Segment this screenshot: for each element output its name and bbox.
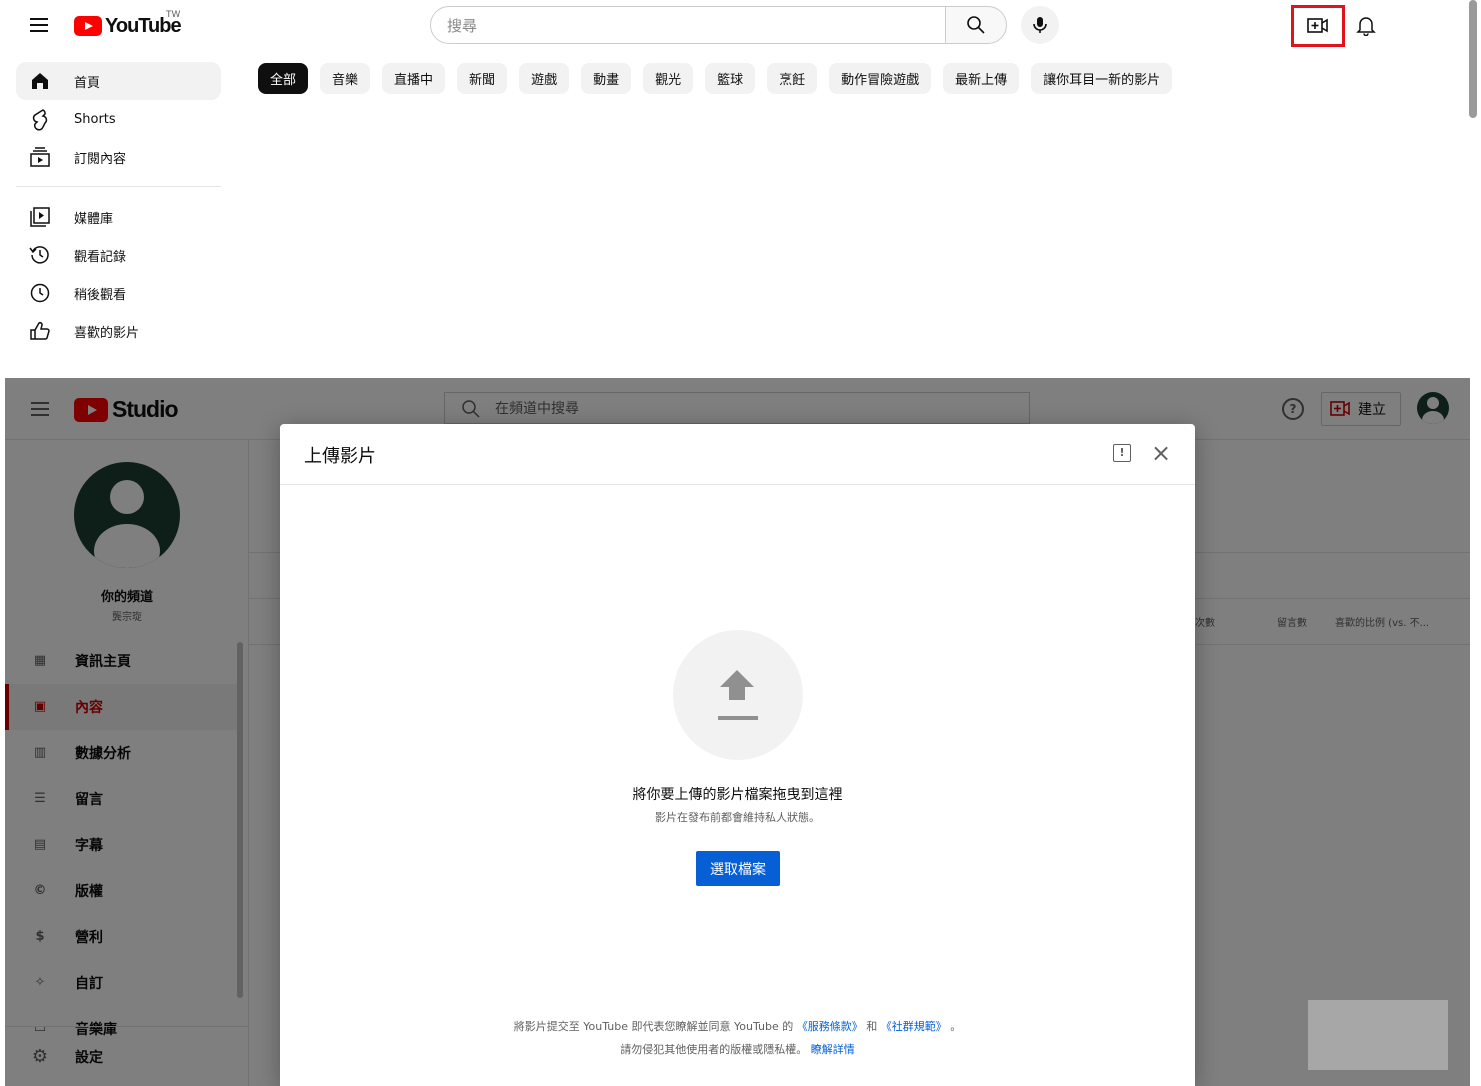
sidebar-item-history[interactable]: 觀看記錄: [16, 236, 221, 274]
upload-arrow-stem: [729, 686, 745, 700]
drag-drop-instructions: 將你要上傳的影片檔案拖曳到這裡: [632, 787, 843, 803]
menu-icon[interactable]: [28, 14, 50, 36]
close-icon[interactable]: ×: [1150, 441, 1172, 465]
bell-icon: [1356, 17, 1376, 36]
chip-live[interactable]: 直播中: [382, 63, 446, 94]
category-chip-bar: 全部 音樂 直播中 新聞 遊戲 動畫 觀光 籃球 烹飪 動作冒險遊戲 最新上傳 …: [258, 63, 1173, 94]
voice-search-button[interactable]: [1021, 6, 1059, 44]
sidebar-divider: [16, 186, 221, 187]
youtube-play-icon: [74, 16, 102, 36]
search-button[interactable]: [945, 6, 1007, 44]
sidebar-item-label: Shorts: [74, 111, 116, 127]
sidebar-item-label: 首頁: [74, 75, 101, 91]
chip-gaming[interactable]: 遊戲: [519, 63, 570, 94]
terms-prefix: 將影片提交至 YouTube 即代表您瞭解並同意 YouTube 的: [513, 1020, 794, 1033]
sidebar-item-liked-videos[interactable]: 喜歡的影片: [16, 312, 221, 350]
sidebar-item-library[interactable]: 媒體庫: [16, 198, 221, 236]
region-code: TW: [166, 10, 181, 20]
terms-suffix: 。: [950, 1020, 962, 1033]
upload-video-dialog: 上傳影片 ! × 將你要上傳的影片檔案拖曳到這裡 影片在發布前都會維持私人狀態。…: [280, 424, 1195, 1086]
chip-animation[interactable]: 動畫: [581, 63, 632, 94]
chip-cooking[interactable]: 烹飪: [767, 63, 818, 94]
subscriptions-icon: [30, 147, 50, 167]
search-placeholder: 搜尋: [447, 16, 478, 35]
rights-text: 請勿侵犯其他使用者的版權或隱私權。: [620, 1043, 808, 1056]
sidebar-item-label: 喜歡的影片: [74, 325, 140, 341]
sidebar-item-shorts[interactable]: Shorts: [16, 100, 221, 138]
home-icon: [32, 73, 48, 89]
community-guidelines-link[interactable]: 《社群規範》: [881, 1020, 947, 1033]
shorts-icon: [32, 109, 48, 131]
select-files-button[interactable]: 選取檔案: [696, 851, 780, 886]
create-video-button[interactable]: [1291, 5, 1345, 47]
terms-and: 和: [866, 1020, 878, 1033]
chip-tourism[interactable]: 觀光: [643, 63, 694, 94]
library-icon: [30, 207, 50, 227]
sidebar-item-home[interactable]: 首頁: [16, 62, 221, 100]
privacy-note: 影片在發布前都會維持私人狀態。: [655, 811, 820, 824]
feedback-icon[interactable]: !: [1113, 444, 1131, 462]
notifications-button[interactable]: [1352, 12, 1380, 40]
page-scrollbar[interactable]: [1469, 0, 1477, 118]
dialog-title: 上傳影片: [304, 446, 376, 467]
youtube-studio-screenshot: Studio 在頻道中搜尋 ? 建立 你的頻道 龔宗琁 ▦: [5, 378, 1470, 1086]
sidebar-item-subscriptions[interactable]: 訂閱內容: [16, 138, 221, 176]
rights-notice: 請勿侵犯其他使用者的版權或隱私權。 瞭解詳情: [280, 1041, 1195, 1057]
snackbar-placeholder: [1308, 1000, 1448, 1070]
youtube-logo[interactable]: YouTube: [74, 14, 182, 38]
video-camera-plus-icon: [1307, 18, 1328, 33]
upload-drop-zone[interactable]: [673, 630, 803, 760]
youtube-sidebar: 首頁 Shorts 訂閱內容 媒體庫 觀看記錄 稍後觀看 喜歡的影片: [16, 62, 221, 350]
search-input[interactable]: 搜尋: [430, 6, 946, 44]
sidebar-item-label: 媒體庫: [74, 211, 114, 227]
upload-arrow-base: [718, 716, 758, 720]
youtube-home-screenshot: YouTube TW 搜尋 首頁 Shorts 訂閱內容 媒體庫 觀看記錄 稍後…: [0, 0, 1481, 378]
chip-action-adventure[interactable]: 動作冒險遊戲: [829, 63, 932, 94]
chip-new-to-you[interactable]: 讓你耳目一新的影片: [1031, 63, 1173, 94]
sidebar-item-label: 訂閱內容: [74, 151, 127, 167]
chip-music[interactable]: 音樂: [320, 63, 371, 94]
search-icon: [967, 16, 985, 34]
chip-news[interactable]: 新聞: [457, 63, 508, 94]
terms-notice: 將影片提交至 YouTube 即代表您瞭解並同意 YouTube 的 《服務條款…: [280, 1018, 1195, 1034]
terms-of-service-link[interactable]: 《服務條款》: [797, 1020, 863, 1033]
dialog-divider: [280, 484, 1195, 485]
chip-basketball[interactable]: 籃球: [705, 63, 756, 94]
sidebar-item-label: 稍後觀看: [74, 287, 127, 303]
liked-videos-icon: [30, 321, 50, 340]
history-icon: [29, 246, 49, 264]
chip-recently-uploaded[interactable]: 最新上傳: [943, 63, 1020, 94]
chip-all[interactable]: 全部: [258, 63, 309, 94]
upload-arrow-icon: [720, 670, 754, 687]
watch-later-icon: [30, 283, 50, 303]
sidebar-item-label: 觀看記錄: [74, 249, 127, 265]
learn-more-link[interactable]: 瞭解詳情: [811, 1043, 855, 1056]
sidebar-item-watch-later[interactable]: 稍後觀看: [16, 274, 221, 312]
microphone-icon: [1033, 17, 1047, 33]
